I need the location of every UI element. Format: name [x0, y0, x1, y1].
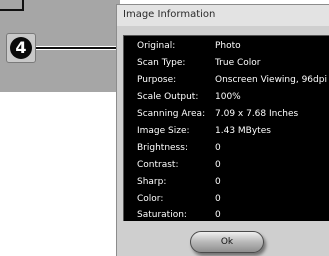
info-label: Purpose: [137, 75, 177, 85]
info-value: 0 [215, 210, 221, 220]
info-value: 1.43 MBytes [215, 126, 271, 136]
info-value: 0 [215, 143, 221, 153]
step-marker: 4 [6, 33, 36, 63]
dialog-titlebar[interactable]: Image Information [117, 5, 329, 26]
info-value: 0 [215, 194, 221, 204]
info-label: Scanning Area: [137, 109, 206, 119]
image-information-dialog: Image Information Original: Photo Scan T… [116, 4, 329, 256]
info-value: 0 [215, 160, 221, 170]
info-value: Onscreen Viewing, 96dpi [215, 75, 327, 85]
screenshot-stage: 4 Image Information Original: Photo Scan… [0, 0, 329, 256]
callout-line [0, 9, 24, 11]
callout-pointer-line [36, 46, 128, 50]
info-label: Sharp: [137, 177, 167, 187]
dialog-title: Image Information [123, 9, 216, 20]
info-value: 0 [215, 177, 221, 187]
step-number: 4 [10, 37, 32, 59]
info-label: Brightness: [137, 143, 188, 153]
info-label: Saturation: [137, 210, 187, 220]
info-label: Scale Output: [137, 92, 199, 102]
image-info-panel: Original: Photo Scan Type: True Color Pu… [123, 35, 329, 221]
info-label: Scan Type: [137, 58, 186, 68]
info-value: 100% [215, 92, 241, 102]
ok-button[interactable]: Ok [190, 231, 264, 253]
info-value: Photo [215, 41, 241, 51]
info-label: Original: [137, 41, 176, 51]
info-label: Color: [137, 194, 164, 204]
info-value: 7.09 x 7.68 Inches [215, 109, 299, 119]
info-label: Image Size: [137, 126, 190, 136]
info-label: Contrast: [137, 160, 179, 170]
info-value: True Color [215, 58, 261, 68]
